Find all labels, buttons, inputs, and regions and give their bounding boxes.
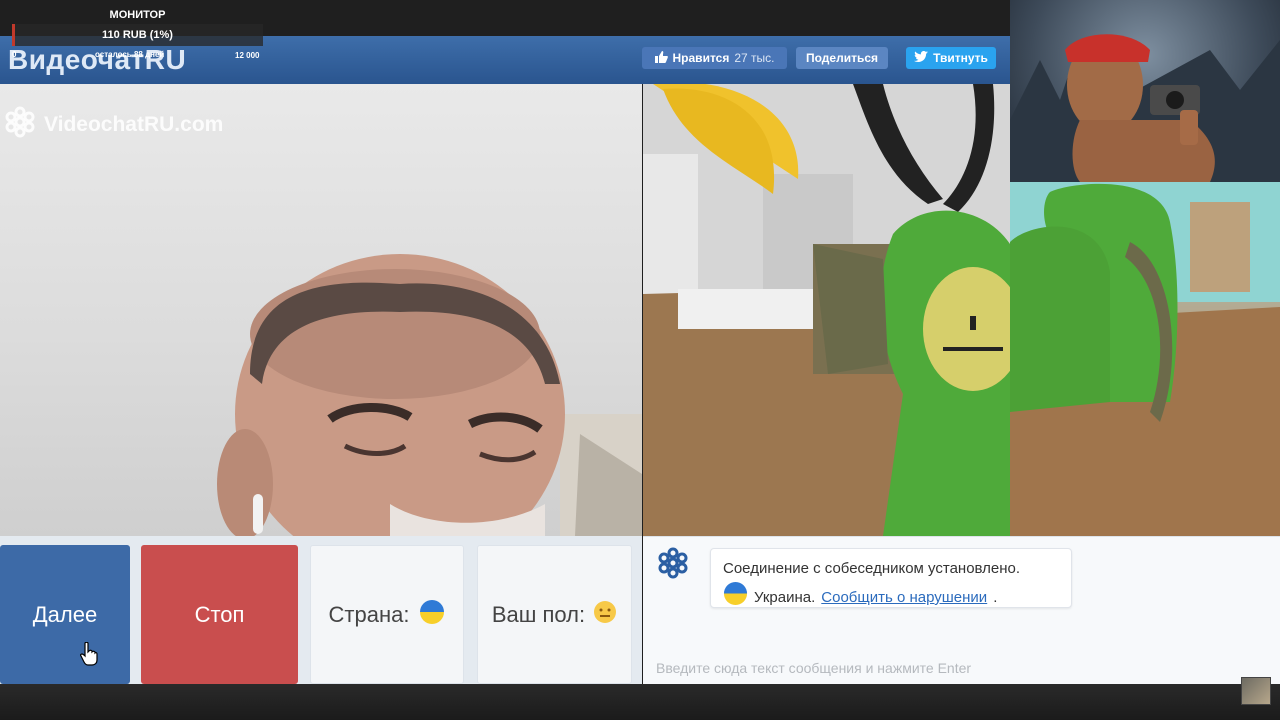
partner-country: Украина. [754, 589, 816, 606]
tweet-button[interactable]: Твитнуть [906, 47, 996, 69]
chat-system-icon [655, 547, 691, 584]
donation-progress-bar: 110 RUB (1%) [12, 24, 263, 46]
videochat-watermark: VideochatRU.com [4, 106, 223, 144]
channel-avatar[interactable] [1241, 677, 1271, 705]
streamer-webcam-scene [1010, 34, 1280, 182]
chat-message-input[interactable] [656, 658, 1266, 678]
country-select[interactable]: Страна: [310, 545, 464, 684]
game-view-inset [1010, 182, 1280, 536]
gender-label: Ваш пол: [491, 601, 586, 627]
connected-message: Соединение с собеседником установлено. [723, 560, 1021, 577]
message-period: . [993, 589, 998, 606]
country-label: Страна: [328, 601, 410, 627]
streamer-webcam [1010, 0, 1280, 182]
remote-video-scene [643, 84, 1010, 536]
thumbs-up-icon [654, 50, 668, 66]
like-count: 27 тыс. [734, 51, 775, 65]
watermark-text: VideochatRU.com [44, 113, 224, 136]
like-label: Нравится [672, 51, 730, 65]
overlay-start-value: 0 [12, 50, 17, 59]
system-message: Соединение с собеседником установлено. У… [710, 548, 1072, 608]
remote-video [643, 84, 1010, 536]
overlay-title: МОНИТОР [109, 9, 166, 21]
twitter-bird-icon [914, 51, 929, 65]
ukraine-flag-icon [419, 599, 445, 631]
like-button[interactable]: Нравится 27 тыс. [642, 47, 787, 69]
ukraine-flag-icon [723, 581, 748, 614]
share-button[interactable]: Поделиться [796, 47, 888, 69]
report-violation-link[interactable]: Сообщить о нарушении [821, 585, 987, 610]
overlay-goal-value: 12 000 [235, 51, 260, 60]
player-bottom-bar [0, 684, 1280, 720]
flower-logo-icon [4, 106, 36, 144]
donation-amount: 110 RUB (1%) [102, 29, 173, 41]
stop-button[interactable]: Стоп [141, 545, 298, 684]
local-video: VideochatRU.com [0, 84, 642, 536]
next-button[interactable]: Далее [0, 545, 130, 684]
tweet-label: Твитнуть [933, 51, 988, 65]
local-video-scene [217, 254, 642, 536]
hand-pointer-cursor-icon [79, 641, 98, 671]
game-view-scene [1010, 182, 1280, 536]
donation-progress-fill [12, 24, 15, 46]
overlay-days-left: осталось 88 дней [95, 50, 165, 59]
neutral-face-icon [593, 600, 617, 630]
partner-country-line: Украина. Сообщить о нарушении . [723, 581, 1059, 614]
donation-goal-overlay: МОНИТОР 110 RUB (1%) 0 осталось 88 дней … [0, 4, 265, 64]
gender-select[interactable]: Ваш пол: [477, 545, 632, 684]
